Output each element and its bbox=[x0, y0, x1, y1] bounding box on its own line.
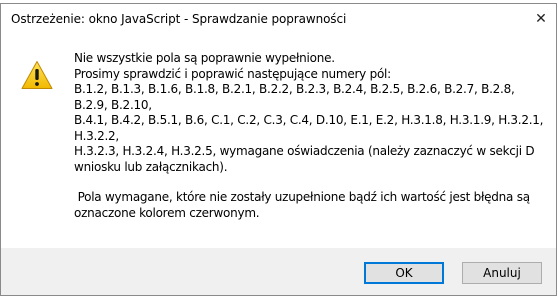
cancel-button[interactable]: Anuluj bbox=[462, 262, 542, 284]
dialog-message: Nie wszystkie pola są poprawnie wypełnio… bbox=[74, 51, 550, 221]
ok-button[interactable]: OK bbox=[364, 262, 444, 284]
close-icon[interactable]: ✕ bbox=[526, 4, 556, 36]
field-list-line: H.3.2.3, H.3.2.4, H.3.2.5, wymagane oświ… bbox=[74, 144, 535, 158]
warning-icon bbox=[21, 61, 53, 89]
message-line: oznaczone kolorem czerwonym. bbox=[74, 205, 260, 220]
alert-dialog: Ostrzeżenie: okno JavaScript - Sprawdzan… bbox=[0, 3, 557, 296]
message-line: Nie wszystkie pola są poprawnie wypełnio… bbox=[74, 51, 335, 65]
dialog-title: Ostrzeżenie: okno JavaScript - Sprawdzan… bbox=[11, 12, 347, 26]
field-list-line: B.4.1, B.4.2, B.5.1, B.6, C.1, C.2, C.3,… bbox=[74, 113, 544, 143]
dialog-content: Nie wszystkie pola są poprawnie wypełnio… bbox=[1, 36, 556, 248]
dialog-titlebar[interactable]: Ostrzeżenie: okno JavaScript - Sprawdzan… bbox=[1, 4, 556, 36]
message-line: wniosku lub załącznikach). bbox=[74, 159, 228, 174]
dialog-button-bar: OK Anuluj bbox=[1, 248, 556, 295]
message-line: Prosimy sprawdzić i poprawić następujące… bbox=[74, 66, 391, 81]
message-line: Pola wymagane, które nie zostały uzupełn… bbox=[74, 190, 531, 204]
field-list-line: B.1.2, B.1.3, B.1.6, B.1.8, B.2.1, B.2.2… bbox=[74, 82, 515, 112]
